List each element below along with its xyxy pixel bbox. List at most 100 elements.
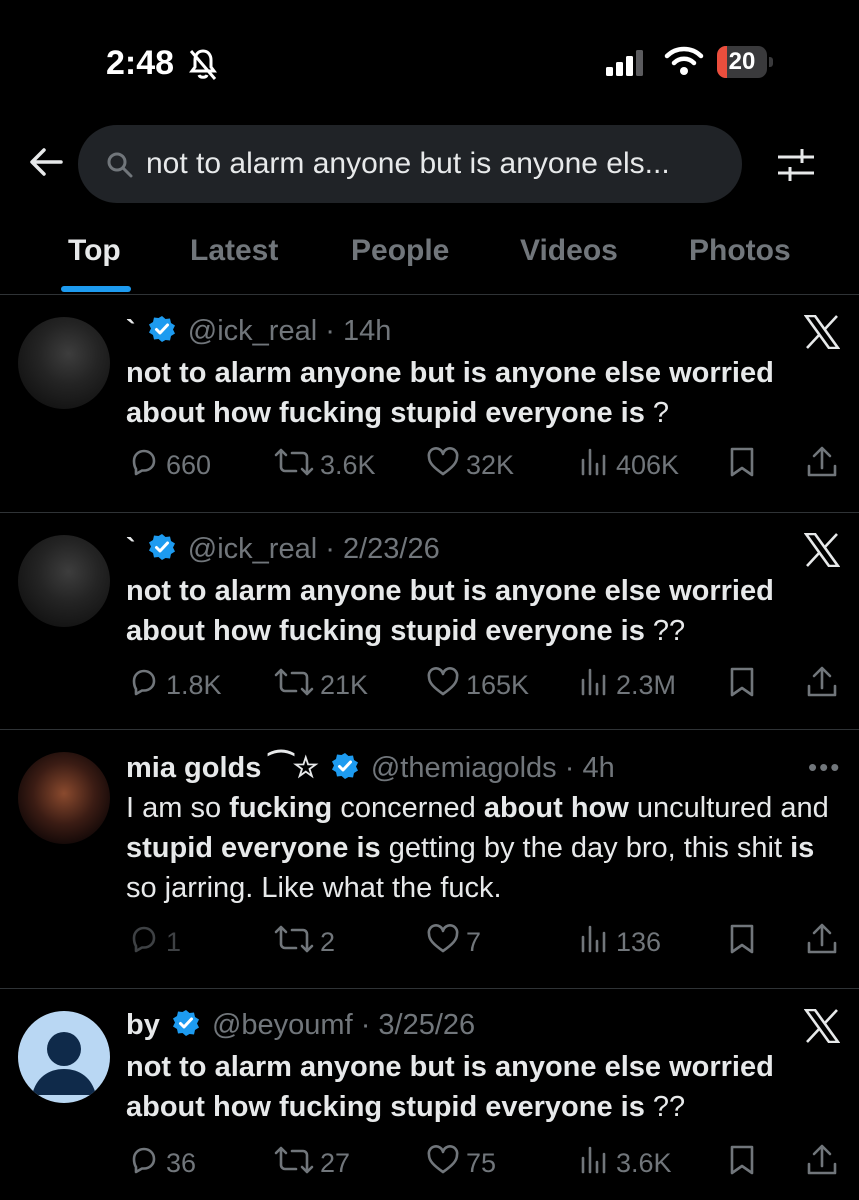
views-button[interactable]: 2.3M	[578, 665, 676, 705]
tweet-header: by @beyoumf · 3/25/26	[126, 1009, 475, 1045]
reply-icon	[128, 666, 166, 705]
timestamp: · 2/23/26	[325, 533, 440, 565]
back-arrow-icon[interactable]	[28, 144, 64, 185]
x-logo-icon	[803, 1008, 841, 1048]
bookmark-button[interactable]	[728, 1143, 762, 1183]
tweet[interactable]: ` @ick_real · 14h not to alarm anyone bu…	[0, 295, 859, 513]
views-button[interactable]: 3.6K	[578, 1143, 672, 1183]
tweet-text: not to alarm anyone but is anyone else w…	[126, 1051, 774, 1123]
tweet-text-segment: stupid everyone is	[126, 832, 381, 864]
tweet-actions: 660 3.6K 32K 406K	[0, 445, 859, 485]
retweet-button[interactable]: 21K	[274, 665, 368, 705]
retweet-button[interactable]: 3.6K	[274, 445, 376, 485]
verified-badge-icon	[148, 533, 176, 569]
display-name[interactable]: `	[126, 533, 136, 565]
retweet-button[interactable]: 27	[274, 1143, 350, 1183]
search-input[interactable]: not to alarm anyone but is anyone els...	[78, 125, 742, 203]
more-icon[interactable]: •••	[808, 752, 841, 783]
reply-icon	[128, 446, 166, 485]
handle[interactable]: @ick_real	[188, 533, 317, 565]
bookmark-icon	[728, 923, 762, 962]
like-button[interactable]: 165K	[426, 665, 529, 705]
retweet-icon	[274, 923, 320, 962]
share-icon	[806, 922, 844, 963]
default-avatar-icon[interactable]	[18, 1011, 110, 1103]
retweet-icon	[274, 446, 320, 485]
handle[interactable]: @ick_real	[188, 315, 317, 347]
battery-level: 20	[728, 48, 756, 75]
bookmark-icon	[728, 446, 762, 485]
search-icon	[106, 151, 134, 184]
search-header: not to alarm anyone but is anyone els...	[0, 124, 859, 204]
display-name[interactable]: by	[126, 1009, 160, 1041]
bookmark-button[interactable]	[728, 665, 762, 705]
views-button[interactable]: 406K	[578, 445, 679, 485]
bookmark-button[interactable]	[728, 922, 762, 962]
tweet[interactable]: ` @ick_real · 2/23/26 not to alarm anyon…	[0, 513, 859, 730]
views-button[interactable]: 136	[578, 922, 661, 962]
retweet-icon	[274, 666, 320, 705]
reply-icon	[128, 1144, 166, 1183]
handle[interactable]: @themiagolds	[371, 752, 557, 784]
tab-top[interactable]: Top	[68, 234, 121, 268]
tweet-text-segment: concerned	[332, 792, 484, 824]
views-chart-icon	[578, 446, 616, 485]
like-button[interactable]: 7	[426, 922, 481, 962]
reply-button[interactable]: 36	[128, 1143, 196, 1183]
timestamp: · 14h	[325, 315, 392, 347]
heart-icon	[426, 446, 466, 485]
tab-videos[interactable]: Videos	[520, 234, 618, 268]
status-bar: 2:48 20	[0, 0, 859, 120]
timestamp: · 4h	[564, 752, 615, 784]
tweet-text-segment: about how	[483, 792, 629, 824]
x-logo-icon	[803, 314, 841, 354]
heart-icon	[426, 1144, 466, 1183]
share-button[interactable]	[806, 445, 844, 485]
tab-latest[interactable]: Latest	[190, 234, 278, 268]
like-button[interactable]: 75	[426, 1143, 496, 1183]
tweet-text-segment: fucking	[229, 792, 333, 824]
tweet-text-segment: getting by the day bro, this shit	[380, 832, 791, 864]
share-icon	[806, 665, 844, 706]
heart-icon	[426, 923, 466, 962]
handle[interactable]: @beyoumf	[212, 1009, 353, 1041]
share-button[interactable]	[806, 1143, 844, 1183]
tweet-text-segment: is	[790, 832, 815, 864]
tweet-text: not to alarm anyone but is anyone else w…	[126, 357, 774, 429]
like-button[interactable]: 32K	[426, 445, 514, 485]
bell-muted-icon	[188, 48, 218, 87]
reply-icon	[128, 923, 166, 962]
search-filter-icon[interactable]	[776, 146, 816, 189]
verified-badge-icon	[172, 1009, 200, 1045]
reply-button[interactable]: 660	[128, 445, 211, 485]
avatar[interactable]	[18, 317, 110, 409]
display-name[interactable]: mia golds	[126, 752, 261, 784]
display-name-suffix: ⁀☆	[261, 752, 319, 784]
share-button[interactable]	[806, 665, 844, 705]
tab-photos[interactable]: Photos	[689, 234, 791, 268]
battery-indicator: 20	[717, 46, 775, 80]
share-button[interactable]	[806, 922, 844, 962]
tweet-text-segment: so jarring. Like what the fuck.	[126, 872, 502, 904]
bookmark-button[interactable]	[728, 445, 762, 485]
x-logo-icon	[803, 532, 841, 572]
views-chart-icon	[578, 666, 616, 705]
reply-button[interactable]: 1.8K	[128, 665, 222, 705]
tweet[interactable]: mia golds ⁀☆ @themiagolds · 4h ••• I am …	[0, 730, 859, 989]
views-chart-icon	[578, 923, 616, 962]
reply-button[interactable]: 1	[128, 922, 181, 962]
wifi-icon	[664, 46, 704, 81]
tweet-actions: 36 27 75 3.6K	[0, 1143, 859, 1183]
tweet-header: ` @ick_real · 2/23/26	[126, 533, 440, 569]
retweet-icon	[274, 1144, 320, 1183]
tab-people[interactable]: People	[351, 234, 449, 268]
tweet-actions: 1 2 7 136	[0, 922, 859, 962]
retweet-button[interactable]: 2	[274, 922, 335, 962]
avatar[interactable]	[18, 752, 110, 844]
avatar[interactable]	[18, 535, 110, 627]
display-name[interactable]: `	[126, 315, 136, 347]
tweet[interactable]: by @beyoumf · 3/25/26 not to alarm anyon…	[0, 989, 859, 1200]
bookmark-icon	[728, 1144, 762, 1183]
share-icon	[806, 1143, 844, 1184]
views-chart-icon	[578, 1144, 616, 1183]
